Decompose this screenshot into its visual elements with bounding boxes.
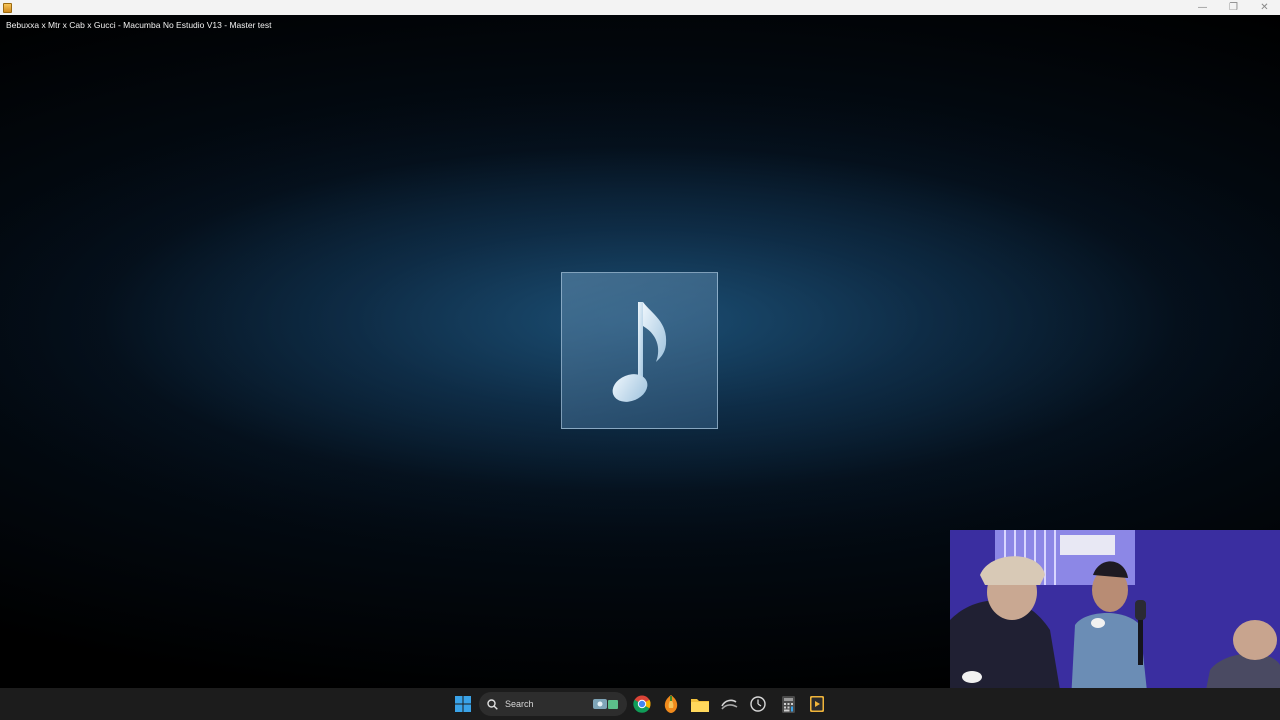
media-player-icon xyxy=(810,696,824,712)
music-note-icon xyxy=(612,301,666,402)
calculator-icon xyxy=(781,695,795,713)
calculator-taskbar-button[interactable] xyxy=(776,692,800,716)
windows-logo-icon xyxy=(455,696,471,712)
media-player-app-icon xyxy=(3,2,12,13)
search-icon xyxy=(487,698,498,710)
clock-taskbar-button[interactable] xyxy=(746,692,770,716)
scissors-icon xyxy=(721,699,738,710)
folder-icon xyxy=(691,698,709,712)
fl-studio-icon xyxy=(664,695,678,713)
close-button[interactable]: ✕ xyxy=(1249,0,1280,15)
taskbar-search[interactable]: Search xyxy=(479,692,627,716)
clock-icon xyxy=(750,696,766,712)
window-controls: — ❐ ✕ xyxy=(1187,0,1280,15)
file-explorer-taskbar-button[interactable] xyxy=(688,692,712,716)
chrome-taskbar-button[interactable] xyxy=(630,692,654,716)
snipping-tool-taskbar-button[interactable] xyxy=(717,692,741,716)
chrome-icon xyxy=(633,695,651,713)
window-titlebar[interactable]: — ❐ ✕ xyxy=(0,0,1280,15)
start-button[interactable] xyxy=(451,692,475,716)
minimize-button[interactable]: — xyxy=(1187,0,1218,15)
fl-studio-taskbar-button[interactable] xyxy=(659,692,683,716)
search-label: Search xyxy=(505,699,534,709)
restore-button[interactable]: ❐ xyxy=(1218,0,1249,15)
media-player-taskbar-button[interactable] xyxy=(805,692,829,716)
media-title: Bebuxxa x Mtr x Cab x Gucci - Macumba No… xyxy=(6,20,272,30)
album-art-placeholder xyxy=(561,272,718,429)
search-highlight-icon xyxy=(593,699,618,709)
